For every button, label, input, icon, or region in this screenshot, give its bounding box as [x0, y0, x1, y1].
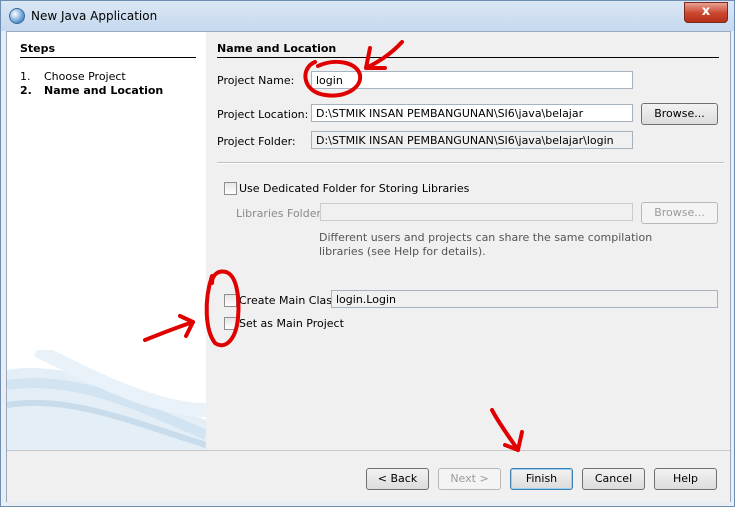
name-and-location-panel: Name and Location Project Name: login Pr…	[206, 32, 730, 450]
set-main-project-label: Set as Main Project	[239, 317, 344, 330]
decorative-swoosh-graphic	[7, 350, 206, 450]
step-number: 2.	[20, 84, 32, 97]
libraries-folder-input[interactable]	[320, 203, 633, 221]
help-button[interactable]: Help	[654, 468, 717, 490]
create-main-class-label: Create Main Class	[239, 294, 338, 307]
step-label: Name and Location	[44, 84, 164, 97]
browse-location-button[interactable]: Browse...	[641, 103, 718, 125]
separator	[217, 162, 724, 164]
dedicated-folder-checkbox[interactable]	[224, 182, 237, 195]
close-button[interactable]: x	[684, 2, 728, 23]
window-title: New Java Application	[31, 9, 158, 23]
step-name-and-location: 2. Name and Location	[20, 84, 163, 97]
step-choose-project: 1. Choose Project	[20, 70, 126, 83]
dialog-footer: < Back Next > Finish Cancel Help	[7, 450, 730, 502]
section-title: Name and Location	[217, 42, 337, 55]
main-class-input[interactable]: login.Login	[331, 290, 718, 308]
project-location-label: Project Location:	[217, 108, 309, 121]
finish-button[interactable]: Finish	[510, 468, 573, 490]
create-main-class-checkbox[interactable]	[224, 294, 237, 307]
steps-title: Steps	[20, 42, 56, 55]
project-folder-label: Project Folder:	[217, 135, 296, 148]
dialog-window: New Java Application x Steps 1. Choose Pr…	[0, 0, 735, 507]
title-bar[interactable]: New Java Application x	[1, 1, 734, 31]
project-location-input[interactable]: D:\STMIK INSAN PEMBANGUNAN\SI6\java\bela…	[311, 104, 633, 122]
dialog-client: Steps 1. Choose Project 2. Name and Locati…	[6, 31, 731, 502]
project-folder-field: D:\STMIK INSAN PEMBANGUNAN\SI6\java\bela…	[311, 131, 633, 149]
back-button[interactable]: < Back	[366, 468, 429, 490]
step-label: Choose Project	[44, 70, 126, 83]
project-name-label: Project Name:	[217, 74, 295, 87]
dedicated-folder-label: Use Dedicated Folder for Storing Librari…	[239, 182, 470, 195]
set-main-project-checkbox[interactable]	[224, 317, 237, 330]
cancel-button[interactable]: Cancel	[582, 468, 645, 490]
browse-libraries-button[interactable]: Browse...	[641, 202, 718, 224]
project-name-input[interactable]: login	[311, 71, 633, 89]
libraries-folder-label: Libraries Folder:	[236, 207, 325, 220]
steps-divider	[20, 57, 196, 58]
step-number: 1.	[20, 70, 31, 83]
java-app-icon	[9, 8, 25, 24]
next-button[interactable]: Next >	[438, 468, 501, 490]
section-divider	[217, 57, 719, 58]
steps-panel: Steps 1. Choose Project 2. Name and Locati…	[7, 32, 206, 450]
libraries-description-line2: libraries (see Help for details).	[319, 245, 486, 258]
libraries-description-line1: Different users and projects can share t…	[319, 231, 653, 244]
